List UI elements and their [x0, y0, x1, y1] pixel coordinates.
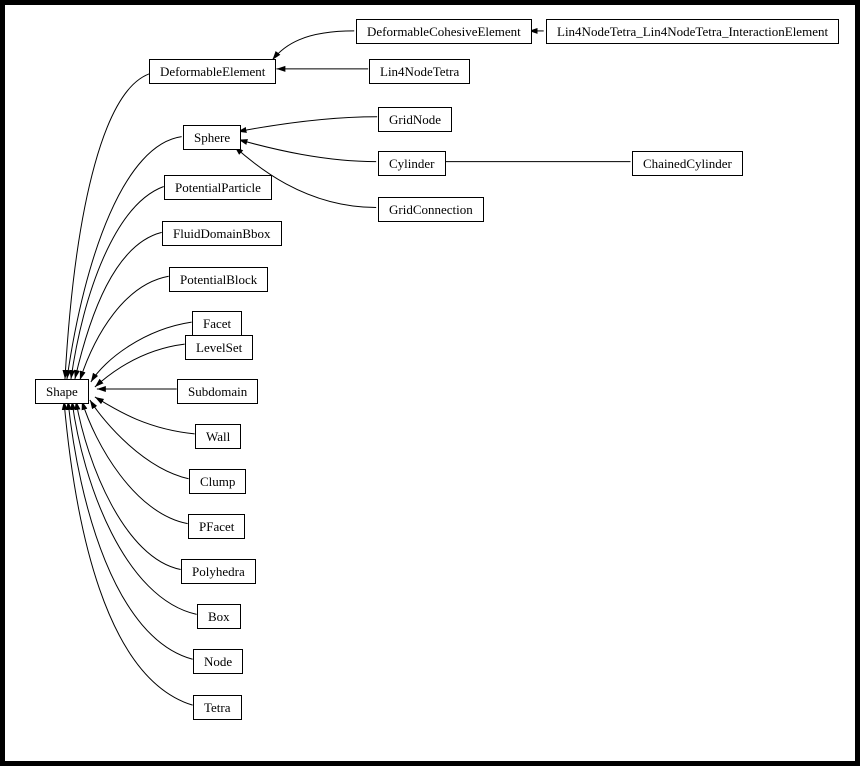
- edge: [272, 31, 354, 60]
- edge: [75, 232, 162, 379]
- node-lin4nodetetra-interaction[interactable]: Lin4NodeTetra_Lin4NodeTetra_InteractionE…: [546, 19, 839, 44]
- node-deformable-cohesive-element[interactable]: DeformableCohesiveElement: [356, 19, 532, 44]
- node-node[interactable]: Node: [193, 649, 243, 674]
- node-tetra[interactable]: Tetra: [193, 695, 242, 720]
- edge: [71, 187, 164, 379]
- node-cylinder[interactable]: Cylinder: [378, 151, 446, 176]
- node-potentialparticle[interactable]: PotentialParticle: [164, 175, 272, 200]
- edge: [238, 117, 378, 132]
- edge: [67, 137, 182, 379]
- node-clump[interactable]: Clump: [189, 469, 246, 494]
- node-deformable-element[interactable]: DeformableElement: [149, 59, 276, 84]
- edge: [95, 344, 185, 387]
- node-pfacet[interactable]: PFacet: [188, 514, 245, 539]
- edge: [82, 401, 188, 524]
- edge: [68, 401, 193, 659]
- edge: [72, 401, 197, 614]
- node-fluiddomainbbox[interactable]: FluidDomainBbox: [162, 221, 282, 246]
- edge: [65, 73, 153, 379]
- node-potentialblock[interactable]: PotentialBlock: [169, 267, 268, 292]
- diagram-canvas: Shape DeformableElement DeformableCohesi…: [4, 4, 856, 762]
- edge: [76, 401, 181, 570]
- node-facet[interactable]: Facet: [192, 311, 242, 336]
- edge: [91, 322, 192, 382]
- edge: [239, 140, 377, 162]
- node-polyhedra[interactable]: Polyhedra: [181, 559, 256, 584]
- edge: [64, 401, 193, 705]
- node-box[interactable]: Box: [197, 604, 241, 629]
- node-gridconnection[interactable]: GridConnection: [378, 197, 484, 222]
- node-chainedcylinder[interactable]: ChainedCylinder: [632, 151, 743, 176]
- node-sphere[interactable]: Sphere: [183, 125, 241, 150]
- edge: [80, 276, 169, 380]
- node-gridnode[interactable]: GridNode: [378, 107, 452, 132]
- node-lin4nodetetra[interactable]: Lin4NodeTetra: [369, 59, 470, 84]
- edge: [90, 400, 189, 479]
- node-levelset[interactable]: LevelSet: [185, 335, 253, 360]
- node-wall[interactable]: Wall: [195, 424, 241, 449]
- node-subdomain[interactable]: Subdomain: [177, 379, 258, 404]
- node-shape[interactable]: Shape: [35, 379, 89, 404]
